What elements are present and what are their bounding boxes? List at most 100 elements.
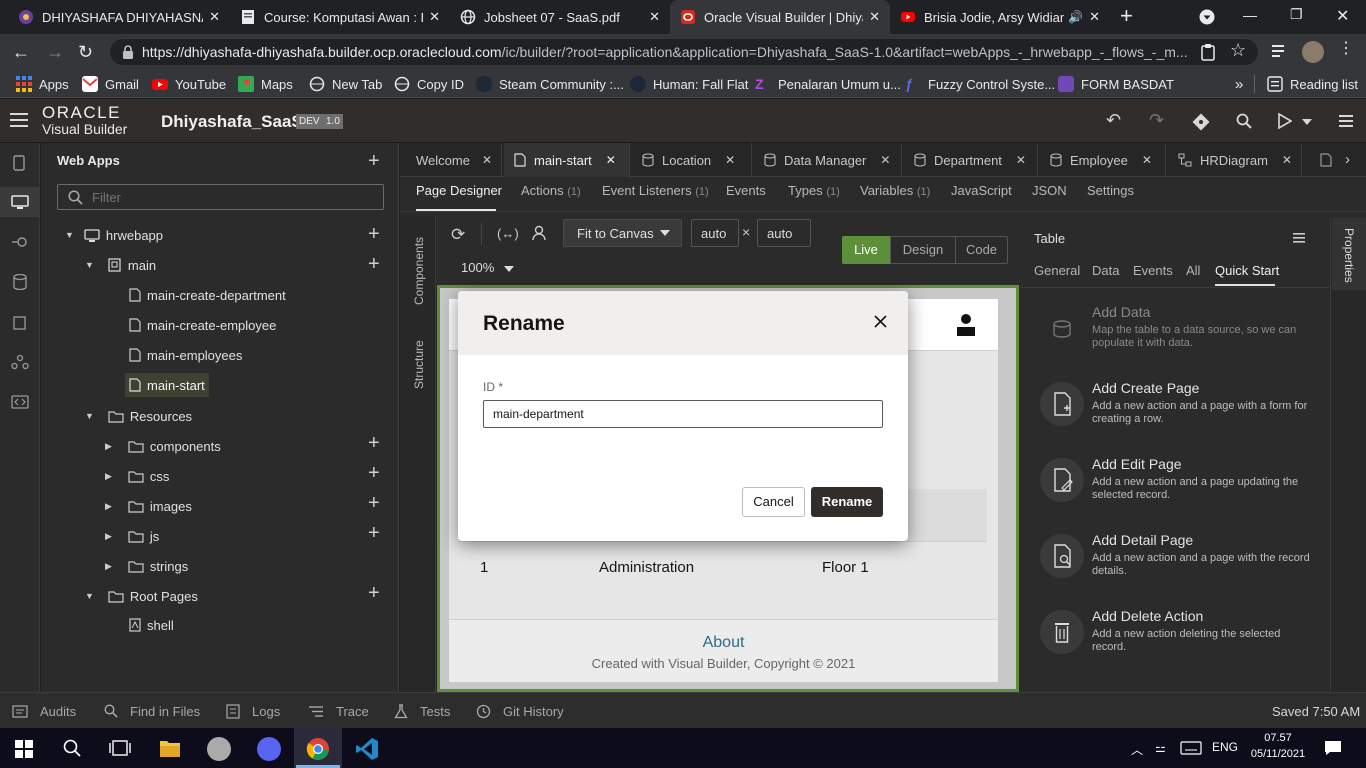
cancel-button[interactable]: Cancel — [742, 487, 805, 517]
chevron-up-icon[interactable]: ︿ — [1131, 741, 1143, 758]
bookmark-form-basdat[interactable]: FORM BASDAT — [1058, 70, 1174, 98]
canvas-width-field[interactable]: auto — [691, 219, 739, 247]
subtab-actions[interactable]: Actions (1) — [521, 183, 581, 198]
prop-tab-data[interactable]: Data — [1092, 263, 1119, 278]
editor-tab-main-start[interactable]: main-start ✕ — [504, 143, 630, 177]
clock-time[interactable]: 07.57 — [1253, 732, 1303, 744]
overflow-tab-icon[interactable] — [1320, 153, 1332, 167]
bookmark-human-fall-flat[interactable]: Human: Fall Flat — [630, 70, 748, 98]
add-resource-button[interactable]: + — [368, 493, 380, 513]
speaker-icon[interactable]: 🔊 — [1068, 10, 1083, 24]
bookmark-maps[interactable]: Maps — [238, 70, 293, 98]
services-icon[interactable] — [12, 236, 28, 248]
reload-icon[interactable]: ↻ — [78, 42, 93, 63]
editor-tab-employee[interactable]: Employee ✕ — [1040, 143, 1166, 177]
tab-scroll-right-icon[interactable]: › — [1345, 151, 1350, 168]
chrome-icon[interactable] — [306, 737, 330, 761]
close-icon[interactable]: ✕ — [869, 9, 880, 25]
mobile-apps-icon[interactable] — [13, 155, 25, 171]
hamburger-menu-icon[interactable] — [10, 113, 28, 127]
close-icon[interactable] — [874, 315, 887, 328]
tree-item-main[interactable]: ▼ main — [85, 254, 156, 276]
restore-button[interactable]: ❐ — [1290, 6, 1303, 23]
back-icon[interactable]: ← — [12, 42, 30, 63]
tree-item-folder[interactable]: ▶ images — [105, 495, 192, 517]
language-indicator[interactable]: ENG — [1212, 740, 1238, 754]
url-field[interactable]: https://dhiyashafa-dhiyashafa.builder.oc… — [110, 39, 1258, 65]
prop-tab-all[interactable]: All — [1186, 263, 1200, 278]
logs-button[interactable]: Logs — [226, 693, 280, 729]
user-icon[interactable] — [532, 225, 546, 241]
zoom-select[interactable]: 100% — [461, 260, 515, 275]
canvas-height-field[interactable]: auto — [757, 219, 811, 247]
tree-item-folder[interactable]: ▶ js — [105, 525, 159, 547]
about-link[interactable]: About — [449, 634, 998, 652]
git-history-button[interactable]: Git History — [476, 693, 564, 729]
add-page-button[interactable]: + — [368, 254, 380, 274]
bookmark-new-tab[interactable]: New Tab — [309, 70, 382, 98]
bookmark-youtube[interactable]: YouTube — [152, 70, 226, 98]
user-avatar-icon[interactable] — [956, 313, 976, 337]
forward-icon[interactable]: → — [46, 42, 64, 63]
editor-tab-department[interactable]: Department ✕ — [904, 143, 1038, 177]
clipboard-icon[interactable] — [1200, 43, 1216, 61]
close-icon[interactable]: ✕ — [880, 153, 890, 167]
bookmark-fuzzy[interactable]: ƒ Fuzzy Control Syste... — [905, 70, 1055, 98]
trace-button[interactable]: Trace — [308, 693, 369, 729]
add-web-app-button[interactable]: + — [368, 151, 380, 171]
caret-right-icon[interactable]: ▶ — [105, 441, 112, 452]
subtab-events[interactable]: Events — [726, 183, 766, 198]
tab-search-icon[interactable] — [1199, 9, 1215, 25]
add-resource-button[interactable]: + — [368, 463, 380, 483]
subtab-javascript[interactable]: JavaScript — [951, 183, 1012, 198]
avatar[interactable] — [1302, 41, 1324, 63]
chevron-down-icon[interactable] — [1302, 119, 1312, 125]
rename-button[interactable]: Rename — [811, 487, 883, 517]
minimize-button[interactable]: — — [1243, 7, 1257, 23]
components-icon[interactable] — [12, 315, 28, 331]
components-side-tab[interactable]: Components — [412, 231, 426, 311]
undo-icon[interactable]: ↶ — [1106, 110, 1121, 131]
close-icon[interactable]: ✕ — [1282, 153, 1292, 167]
add-root-page-button[interactable]: + — [368, 583, 380, 603]
tree-item-root-pages[interactable]: ▼ Root Pages — [85, 585, 198, 607]
code-mode-button[interactable]: Code — [956, 236, 1008, 264]
keyboard-icon[interactable] — [1180, 741, 1202, 755]
editor-tab-location[interactable]: Location ✕ — [632, 143, 752, 177]
close-icon[interactable]: ✕ — [429, 9, 440, 25]
tree-item-folder[interactable]: ▶ components — [105, 435, 221, 457]
tree-item-folder[interactable]: ▶ css — [105, 465, 169, 487]
properties-side-tab[interactable]: Properties — [1332, 218, 1366, 290]
add-resource-button[interactable]: + — [368, 523, 380, 543]
structure-side-tab[interactable]: Structure — [412, 333, 426, 393]
notifications-icon[interactable] — [1324, 740, 1342, 756]
refresh-icon[interactable]: ⟳ — [451, 225, 465, 245]
caret-right-icon[interactable]: ▶ — [105, 471, 112, 482]
search-icon[interactable] — [63, 739, 81, 757]
close-icon[interactable]: ✕ — [606, 153, 616, 167]
close-icon[interactable]: ✕ — [725, 153, 735, 167]
editor-tab-hrdiagram[interactable]: HRDiagram ✕ — [1168, 143, 1302, 177]
close-icon[interactable]: ✕ — [1142, 153, 1152, 167]
business-objects-icon[interactable] — [12, 274, 28, 290]
close-window-button[interactable]: ✕ — [1336, 6, 1349, 26]
design-mode-button[interactable]: Design — [890, 236, 956, 264]
subtab-event-listeners[interactable]: Event Listeners (1) — [602, 183, 709, 198]
web-apps-icon[interactable] — [11, 195, 29, 209]
caret-down-icon[interactable]: ▼ — [85, 411, 94, 421]
subtab-page-designer[interactable]: Page Designer — [416, 183, 502, 198]
git-icon[interactable] — [1192, 113, 1210, 131]
close-icon[interactable]: ✕ — [482, 153, 492, 167]
subtab-types[interactable]: Types (1) — [788, 183, 840, 198]
browser-tab[interactable]: Brisia Jodie, Arsy Widiant 🔊 ✕ — [890, 0, 1110, 34]
tree-item-page[interactable]: main-create-employee — [129, 314, 276, 336]
redo-icon[interactable]: ↷ — [1149, 110, 1164, 131]
windows-start-icon[interactable] — [15, 740, 33, 758]
filter-field[interactable] — [57, 184, 384, 210]
run-icon[interactable] — [1278, 113, 1292, 129]
close-icon[interactable]: ✕ — [1016, 153, 1026, 167]
reading-queue-icon[interactable] — [1271, 43, 1289, 59]
game-app-icon[interactable] — [207, 737, 231, 761]
caret-down-icon[interactable]: ▼ — [85, 260, 94, 270]
processes-icon[interactable] — [11, 354, 29, 370]
